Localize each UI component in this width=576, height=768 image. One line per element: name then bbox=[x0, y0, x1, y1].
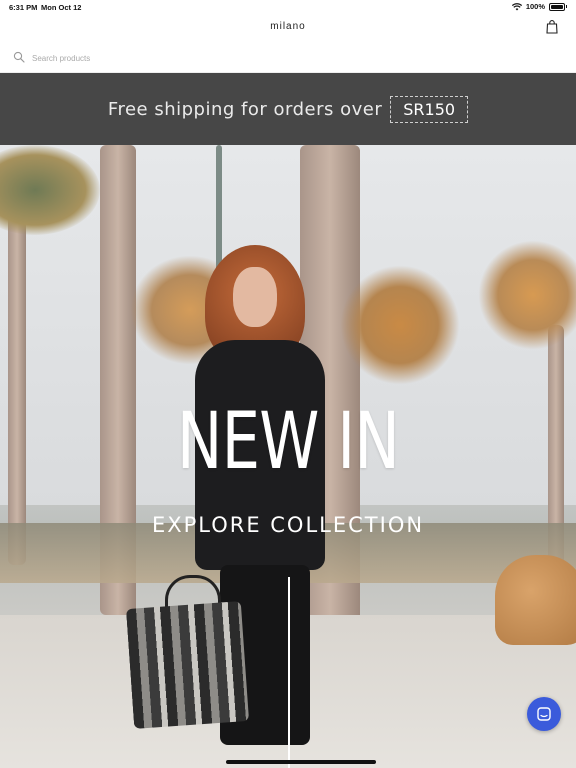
shrub bbox=[495, 555, 576, 645]
tote-bag bbox=[125, 601, 250, 729]
status-bar: 6:31 PM Mon Oct 12 100% bbox=[0, 0, 576, 14]
hero-title: NEW IN bbox=[176, 397, 400, 487]
hero-divider bbox=[288, 577, 290, 768]
brand-logo[interactable]: milano bbox=[0, 21, 576, 32]
palm-tree bbox=[8, 205, 26, 565]
chat-icon bbox=[537, 707, 551, 721]
status-indicators: 100% bbox=[511, 2, 567, 11]
status-time: 6:31 PM bbox=[9, 3, 38, 12]
shopping-bag-icon[interactable] bbox=[545, 20, 559, 34]
battery-icon bbox=[549, 2, 565, 11]
promo-text: Free shipping for orders over bbox=[107, 98, 383, 120]
search-input[interactable] bbox=[30, 48, 534, 68]
chat-button[interactable] bbox=[527, 697, 561, 731]
search-icon bbox=[13, 51, 25, 63]
search-bar bbox=[0, 42, 576, 73]
explore-collection-link[interactable]: EXPLORE COLLECTION bbox=[0, 513, 576, 537]
top-bar: milano bbox=[0, 14, 576, 42]
promo-code: SR150 bbox=[390, 95, 469, 123]
promo-banner[interactable]: Free shipping for orders over SR150 bbox=[0, 73, 576, 145]
battery-percent: 100% bbox=[525, 2, 545, 11]
home-indicator[interactable] bbox=[226, 760, 376, 764]
hero-banner[interactable]: NEW IN EXPLORE COLLECTION bbox=[0, 145, 576, 768]
wifi-icon bbox=[511, 2, 522, 10]
status-date: Mon Oct 12 bbox=[41, 3, 82, 12]
hero-model bbox=[125, 245, 375, 768]
